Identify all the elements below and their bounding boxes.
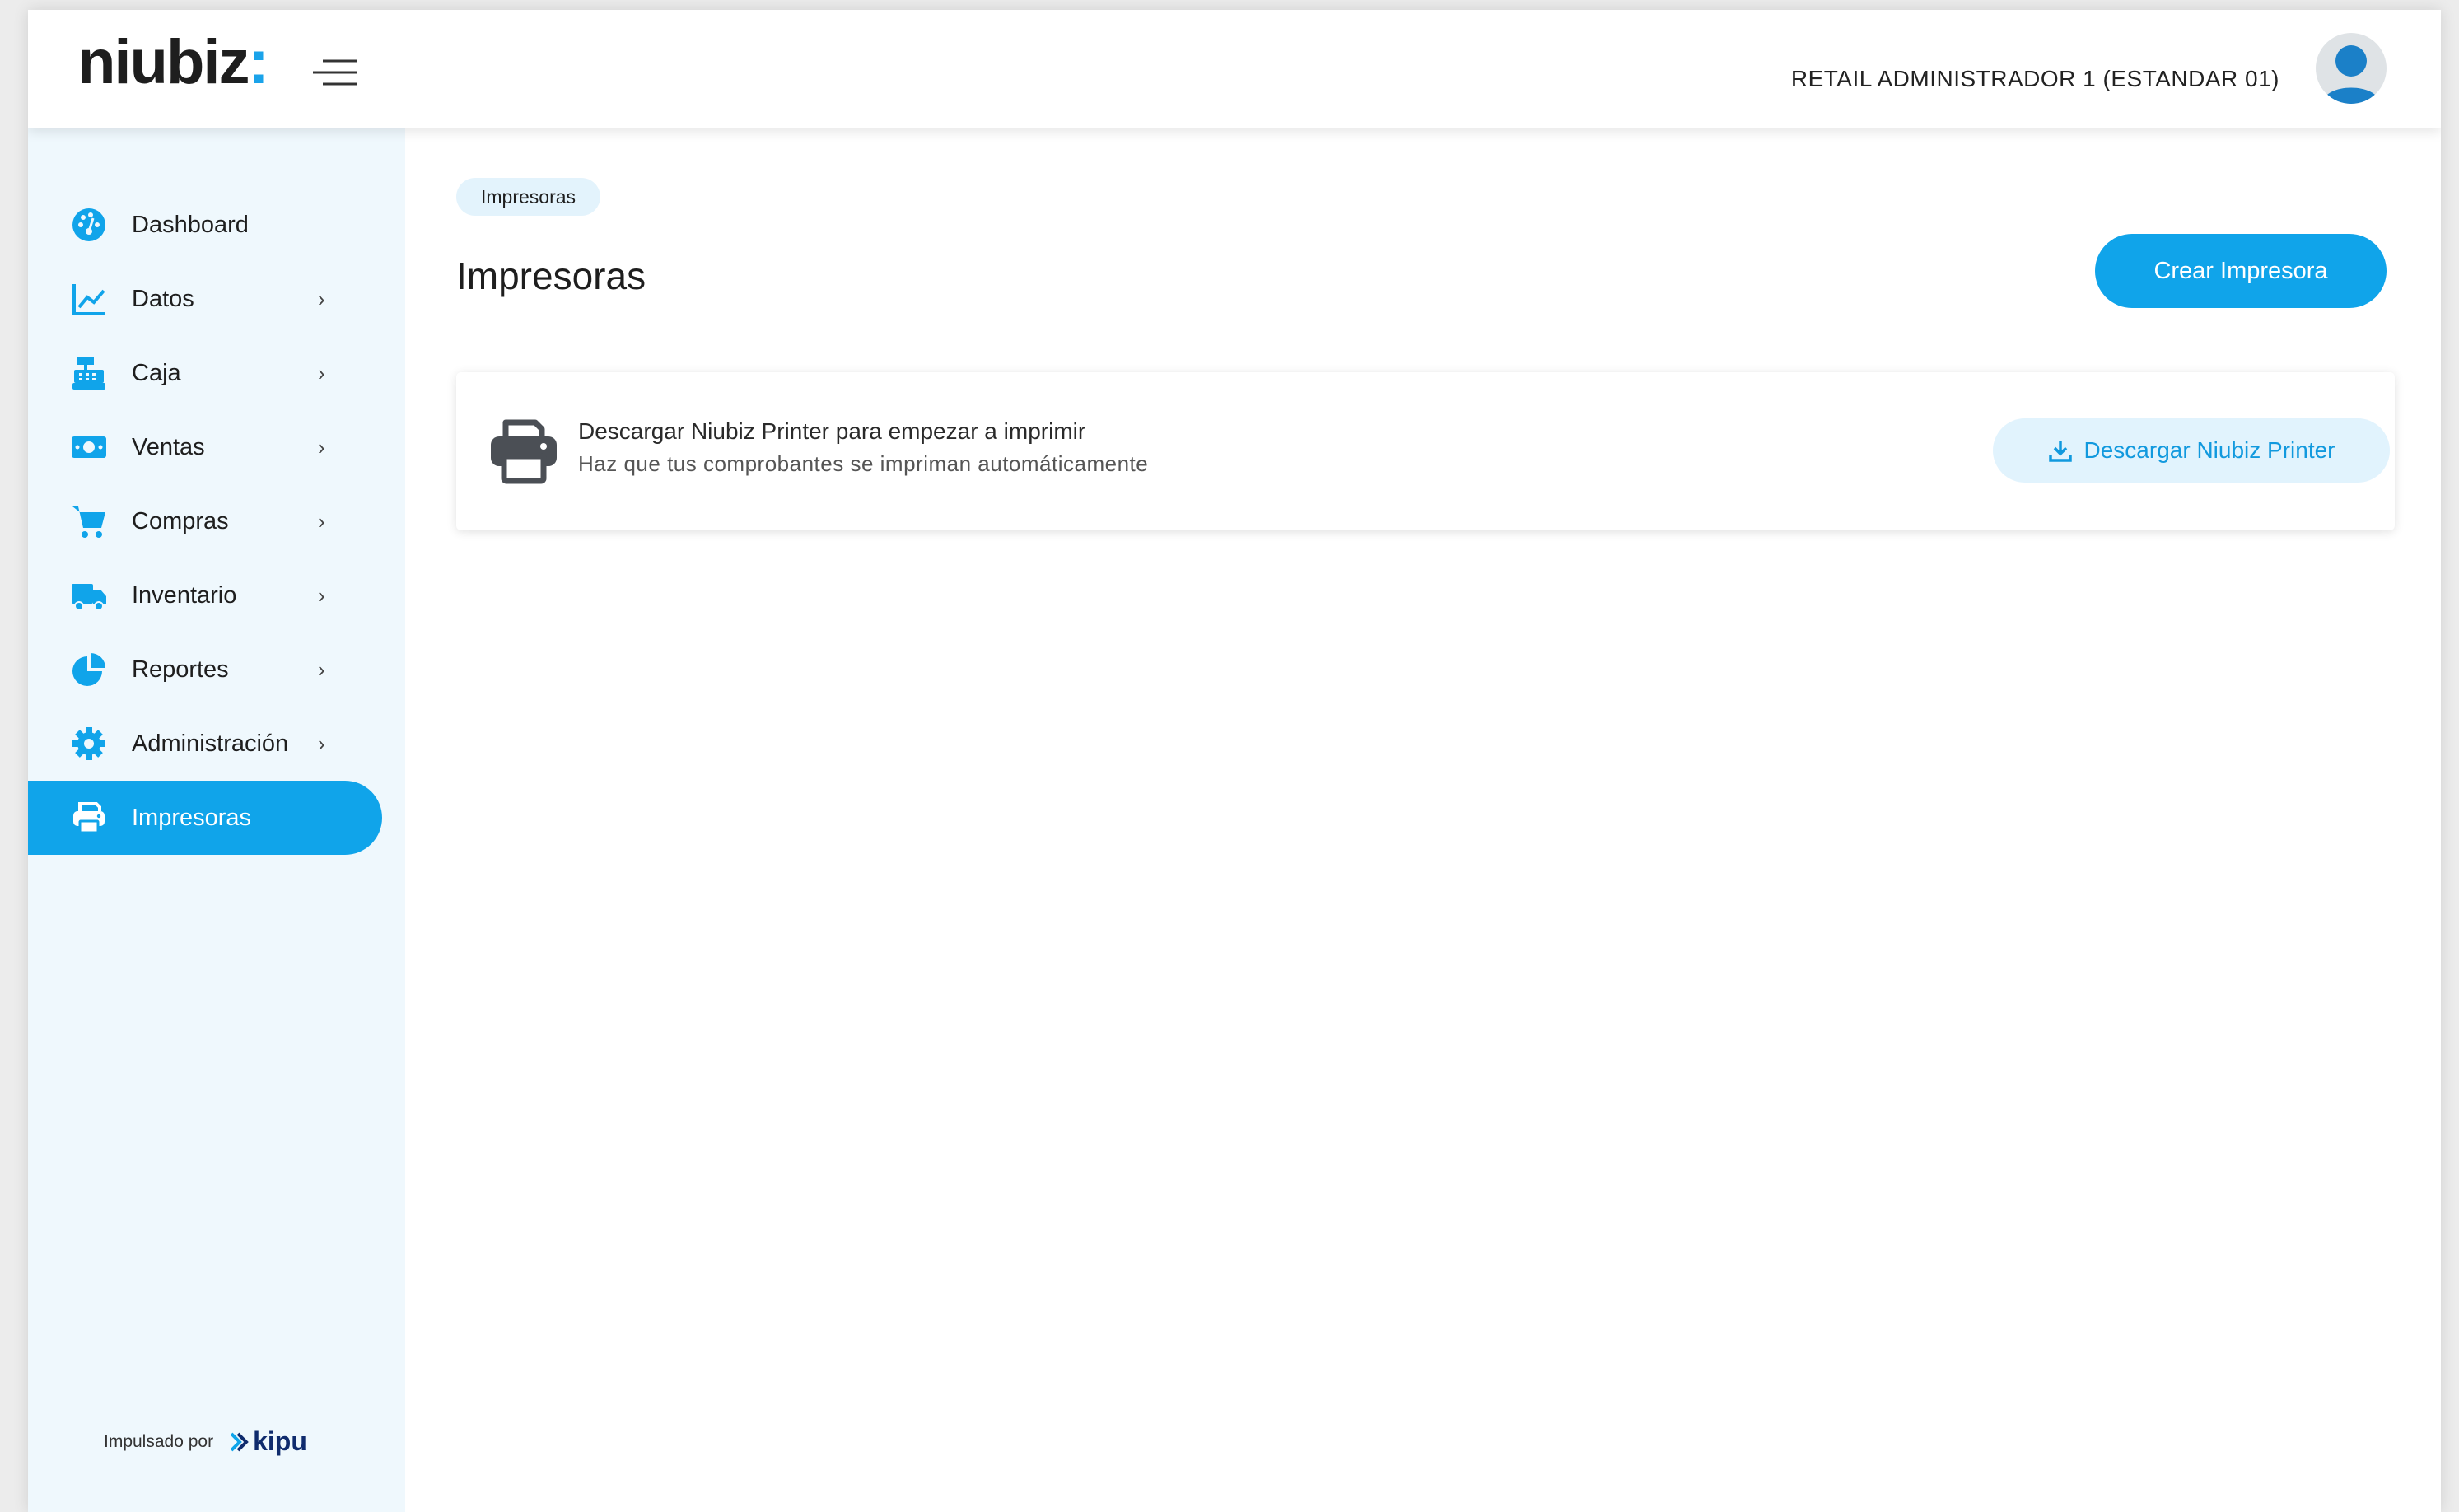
sidebar-item-label: Dashboard: [132, 211, 249, 238]
chart-line-icon: [72, 284, 105, 315]
breadcrumb[interactable]: Impresoras: [456, 178, 601, 216]
printer-icon: [491, 419, 557, 484]
card-title: Descargar Niubiz Printer para empezar a …: [578, 418, 1086, 444]
chevron-right-icon: ›: [318, 582, 325, 608]
logo-colon: :: [248, 27, 269, 97]
sidebar-item-ventas[interactable]: Ventas ›: [28, 410, 382, 484]
chevron-right-icon: ›: [318, 360, 325, 385]
printer-icon: [73, 802, 105, 834]
niubiz-logo[interactable]: niubiz:: [77, 31, 269, 94]
kipu-brand[interactable]: kipu: [253, 1426, 307, 1457]
powered-by-text: Impulsado por: [104, 1431, 214, 1451]
create-printer-button[interactable]: Crear Impresora: [2095, 234, 2387, 308]
sidebar-item-dashboard[interactable]: Dashboard: [28, 188, 382, 262]
sidebar-item-label: Caja: [132, 359, 181, 386]
page-title: Impresoras: [456, 254, 646, 297]
app-window: niubiz: RETAIL ADMINISTRADOR 1 (ESTANDAR…: [28, 10, 2441, 1512]
chevron-right-icon: ›: [318, 434, 325, 460]
sidebar-item-label: Impresoras: [132, 804, 252, 831]
logo-text: niubiz: [77, 27, 250, 97]
chevron-right-icon: ›: [318, 286, 325, 311]
sidebar-item-impresoras[interactable]: Impresoras: [28, 781, 382, 855]
pie-chart-icon: [72, 653, 105, 686]
chevron-right-icon: ›: [318, 656, 325, 682]
download-button-label: Descargar Niubiz Printer: [2083, 437, 2335, 463]
sidebar-item-compras[interactable]: Compras ›: [28, 484, 382, 558]
kipu-logo-icon: [230, 1432, 249, 1451]
sidebar-item-label: Compras: [132, 507, 229, 534]
cash-register-icon: [72, 357, 105, 390]
sidebar-item-label: Ventas: [132, 433, 205, 460]
card-subtitle: Haz que tus comprobantes se impriman aut…: [578, 451, 1149, 476]
user-icon: [2322, 45, 2380, 104]
download-printer-card: Descargar Niubiz Printer para empezar a …: [456, 372, 2395, 530]
sidebar-item-reportes[interactable]: Reportes ›: [28, 632, 382, 707]
chevron-right-icon: ›: [318, 508, 325, 534]
chevron-right-icon: ›: [318, 730, 325, 756]
download-icon: [2048, 441, 2072, 462]
dashboard-icon: [72, 208, 105, 241]
gear-icon: [72, 727, 105, 760]
download-printer-button[interactable]: Descargar Niubiz Printer: [1993, 418, 2390, 483]
sidebar-item-inventario[interactable]: Inventario ›: [28, 558, 382, 632]
money-bill-icon: [72, 436, 106, 458]
user-name[interactable]: RETAIL ADMINISTRADOR 1 (ESTANDAR 01): [1791, 66, 2279, 92]
cart-icon: [72, 506, 105, 538]
user-avatar[interactable]: [2316, 33, 2387, 104]
sidebar-item-label: Administración: [132, 730, 289, 757]
sidebar: Dashboard Datos › Caja › Ventas › Compra…: [28, 128, 405, 1512]
sidebar-item-caja[interactable]: Caja ›: [28, 336, 382, 410]
sidebar-item-label: Inventario: [132, 581, 237, 609]
truck-icon: [72, 584, 106, 611]
top-bar: niubiz: RETAIL ADMINISTRADOR 1 (ESTANDAR…: [28, 10, 2441, 128]
sidebar-item-label: Reportes: [132, 656, 229, 683]
sidebar-item-label: Datos: [132, 285, 194, 312]
powered-by: Impulsado por kipu: [104, 1426, 307, 1457]
sidebar-item-administracion[interactable]: Administración ›: [28, 707, 382, 781]
hamburger-menu-icon[interactable]: [311, 56, 361, 89]
sidebar-item-datos[interactable]: Datos ›: [28, 262, 382, 336]
